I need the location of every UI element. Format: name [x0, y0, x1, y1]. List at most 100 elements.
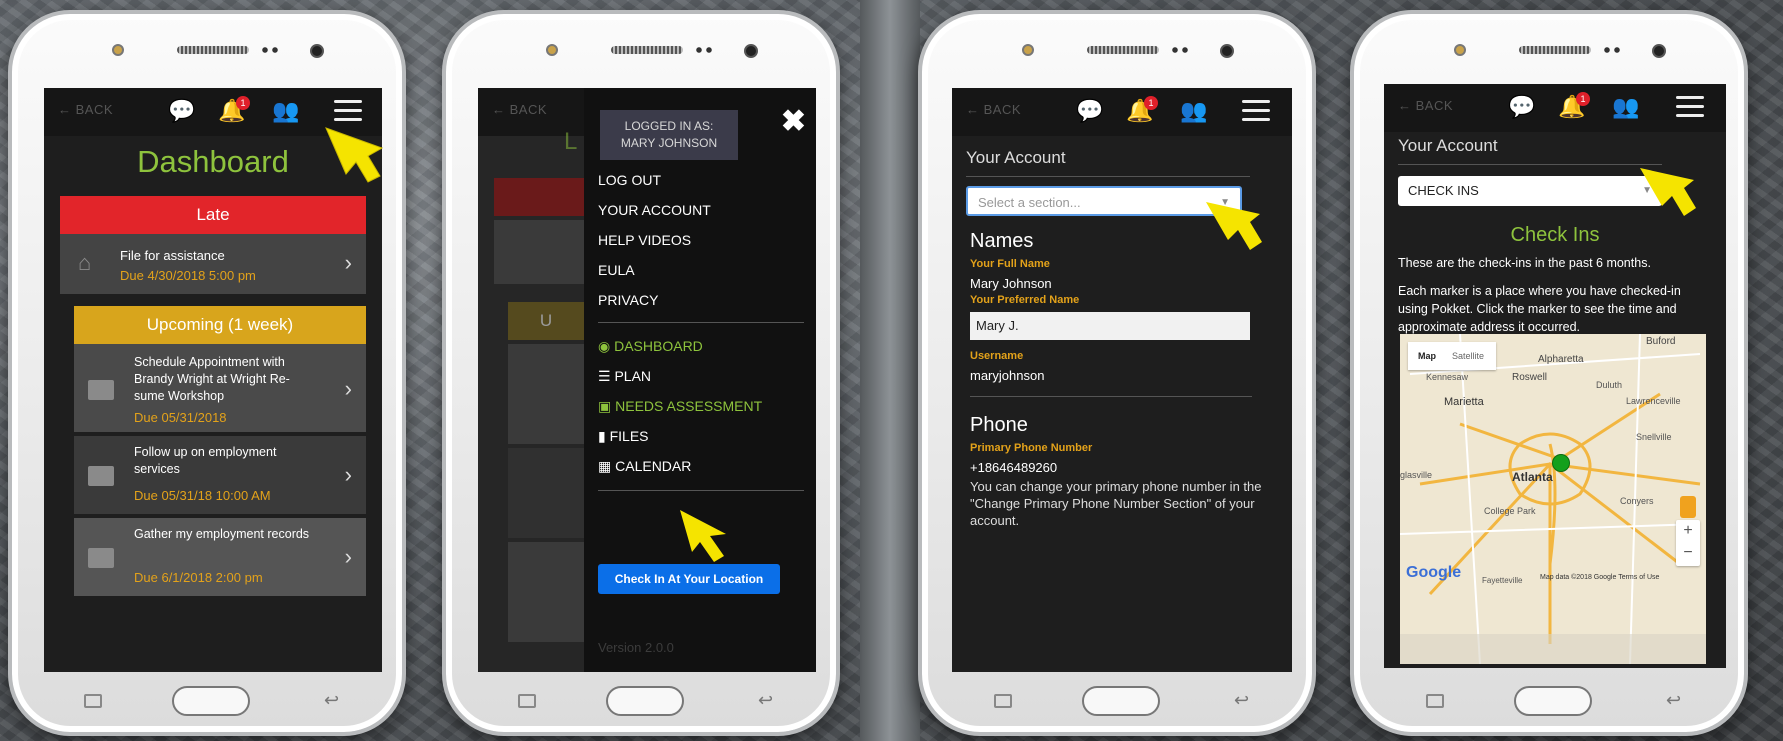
map-label: Alpharetta	[1538, 354, 1584, 365]
full-name-label: Your Full Name	[970, 258, 1050, 270]
nav-needs-assessment[interactable]: ▣ NEEDS ASSESSMENT	[598, 398, 762, 415]
close-icon[interactable]: ✖	[781, 104, 806, 139]
speaker-grille	[611, 46, 683, 54]
sensor-dots	[1604, 47, 1626, 53]
speaker-grille	[1519, 46, 1591, 54]
back-key-icon[interactable]: ↩	[1666, 690, 1681, 711]
username-value: maryjohnson	[970, 368, 1045, 383]
divider	[598, 322, 804, 323]
home-button[interactable]	[172, 686, 250, 716]
screen: ← BACK 💬 🔔 1 👥 Your Account Select a sec…	[952, 88, 1292, 672]
phone-note: You can change your primary phone number…	[970, 479, 1262, 528]
phone-value: +18646489260	[970, 460, 1058, 475]
back-button[interactable]: ← BACK	[966, 102, 1021, 117]
logged-in-box: LOGGED IN AS: MARY JOHNSON	[600, 110, 738, 160]
front-camera-icon	[310, 44, 324, 58]
task-due: Due 4/30/2018 5:00 pm	[120, 268, 256, 283]
back-key-icon[interactable]: ↩	[324, 690, 339, 711]
home-icon: ⌂	[78, 250, 92, 275]
nav-calendar[interactable]: ▦ CALENDAR	[598, 458, 691, 475]
back-label: BACK	[1415, 98, 1454, 113]
check-ins-map[interactable]: Map Satellite Buford Alpharetta Kennesaw…	[1400, 334, 1706, 664]
chat-icon[interactable]: 💬	[1076, 98, 1103, 124]
zoom-out-button[interactable]: −	[1676, 542, 1700, 564]
home-button[interactable]	[1514, 686, 1592, 716]
recent-apps-icon[interactable]	[1426, 694, 1444, 708]
map-tab-map[interactable]: Map	[1418, 342, 1436, 370]
chevron-right-icon: ›	[344, 544, 352, 569]
preferred-name-input[interactable]: Mary J.	[970, 312, 1250, 340]
task-due: Due 05/31/2018	[134, 410, 227, 425]
back-key-icon[interactable]: ↩	[758, 690, 773, 711]
group-icon[interactable]: 👥	[1180, 98, 1207, 124]
map-label: Lawrenceville	[1626, 396, 1681, 406]
group-icon[interactable]: 👥	[272, 98, 299, 124]
pointer-arrow	[1206, 202, 1262, 250]
home-button[interactable]	[1082, 686, 1160, 716]
select-value: CHECK INS	[1408, 183, 1479, 198]
divider	[1398, 164, 1662, 165]
briefcase-icon	[88, 380, 114, 400]
chevron-right-icon: ›	[344, 250, 352, 275]
check-ins-intro: These are the check-ins in the past 6 mo…	[1398, 256, 1651, 270]
back-button[interactable]: ← BACK	[58, 102, 113, 117]
back-label: BACK	[75, 102, 114, 117]
version-text: Version 2.0.0	[598, 640, 674, 655]
home-button[interactable]	[606, 686, 684, 716]
file-icon: ▮	[598, 428, 606, 444]
menu-icon[interactable]	[334, 100, 362, 122]
map-tab-satellite[interactable]: Satellite	[1452, 342, 1484, 370]
upcoming-task-card[interactable]: Gather my employment records Due 6/1/201…	[74, 518, 366, 596]
nav-files[interactable]: ▮ FILES	[598, 428, 649, 445]
map-label: Snellville	[1636, 432, 1672, 442]
late-header-behind	[494, 178, 584, 216]
menu-icon[interactable]	[1676, 96, 1704, 118]
divider	[966, 176, 1250, 177]
archive-icon	[88, 466, 114, 486]
street-view-icon[interactable]	[1680, 496, 1696, 518]
check-in-marker[interactable]	[1552, 454, 1570, 472]
menu-item-privacy[interactable]: PRIVACY	[598, 292, 658, 308]
recent-apps-icon[interactable]	[518, 694, 536, 708]
camera-icon	[1022, 44, 1034, 56]
nav-label: NEEDS ASSESSMENT	[615, 398, 763, 414]
speaker-grille	[1087, 46, 1159, 54]
upcoming-task-card[interactable]: Follow up on employment services Due 05/…	[74, 436, 366, 514]
upcoming-header: Upcoming (1 week)	[74, 306, 366, 344]
task-due: Due 05/31/18 10:00 AM	[134, 488, 271, 503]
section-select[interactable]: Select a section... ▼	[966, 186, 1242, 216]
menu-item-log-out[interactable]: LOG OUT	[598, 172, 661, 188]
back-button[interactable]: ← BACK	[1398, 98, 1453, 113]
late-task-card[interactable]: ⌂ File for assistance Due 4/30/2018 5:00…	[60, 234, 366, 294]
dashboard-icon: ◉	[598, 338, 611, 354]
check-in-button[interactable]: Check In At Your Location	[598, 564, 780, 594]
speaker-grille	[177, 46, 249, 54]
map-label: Marietta	[1444, 396, 1484, 408]
pointer-arrow	[680, 510, 726, 562]
recent-apps-icon[interactable]	[84, 694, 102, 708]
username-label: Username	[970, 350, 1024, 362]
chat-icon[interactable]: 💬	[1508, 94, 1535, 120]
chat-icon[interactable]: 💬	[168, 98, 195, 124]
zoom-in-button[interactable]: +	[1676, 520, 1700, 542]
section-select[interactable]: CHECK INS ▼	[1398, 176, 1662, 206]
top-bar: ← BACK 💬 🔔 1 👥	[1384, 84, 1726, 132]
nav-plan[interactable]: ☰ PLAN	[598, 368, 651, 385]
menu-item-eula[interactable]: EULA	[598, 262, 635, 278]
back-key-icon[interactable]: ↩	[1234, 690, 1249, 711]
menu-icon[interactable]	[1242, 100, 1270, 122]
menu-item-help-videos[interactable]: HELP VIDEOS	[598, 232, 691, 248]
map-label: Conyers	[1620, 496, 1654, 506]
back-button[interactable]: ← BACK	[492, 102, 547, 117]
recent-apps-icon[interactable]	[994, 694, 1012, 708]
map-label: Atlanta	[1512, 470, 1553, 484]
select-placeholder: Select a section...	[978, 195, 1081, 210]
full-name-value: Mary Johnson	[970, 276, 1052, 291]
group-icon[interactable]: 👥	[1612, 94, 1639, 120]
camera-icon	[546, 44, 558, 56]
nav-dashboard[interactable]: ◉ DASHBOARD	[598, 338, 703, 355]
upcoming-task-card[interactable]: Schedule Appointment with Brandy Wright …	[74, 344, 366, 432]
google-logo: Google	[1406, 564, 1462, 581]
logged-in-label: LOGGED IN AS:	[624, 119, 714, 133]
menu-item-your-account[interactable]: YOUR ACCOUNT	[598, 202, 711, 218]
